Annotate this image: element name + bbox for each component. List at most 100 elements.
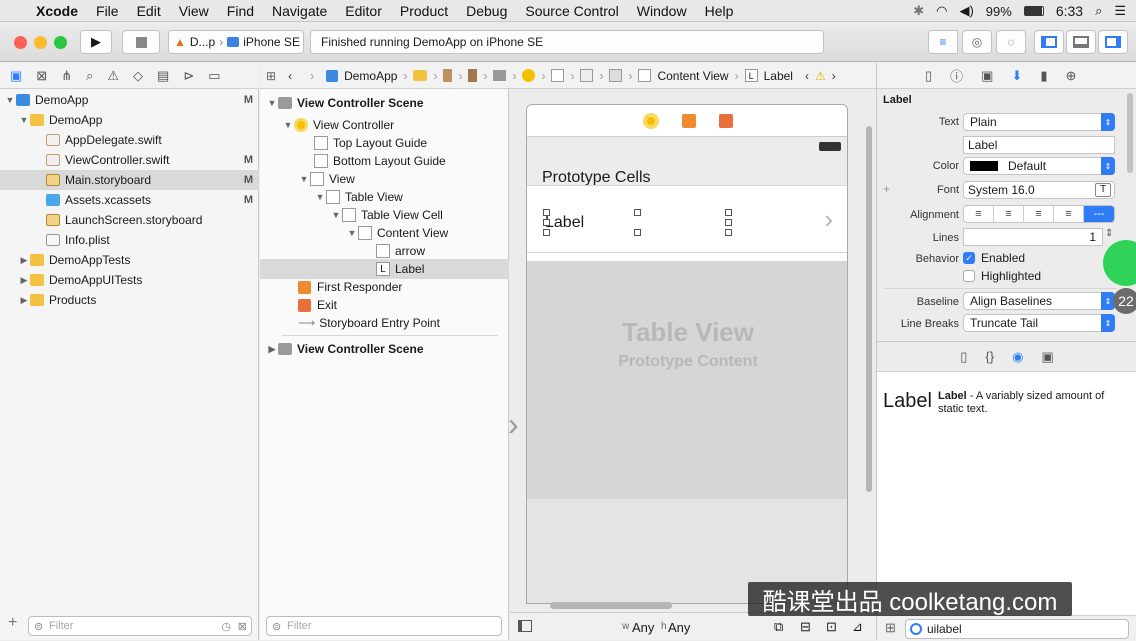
nav-item-uitests[interactable]: ▶ DemoAppUITests [0, 270, 259, 290]
disclosure-open-icon[interactable]: ▼ [298, 174, 310, 184]
iphone-scene[interactable]: Prototype Cells Label › Table View Proto… [526, 104, 848, 604]
menu-navigate[interactable]: Navigate [263, 3, 336, 19]
menu-source-control[interactable]: Source Control [516, 3, 627, 19]
font-picker-icon[interactable]: T [1095, 183, 1111, 197]
align-center-icon[interactable]: ≡ [994, 206, 1024, 222]
notification-center-icon[interactable]: ☰ [1114, 3, 1126, 19]
outline-item-exit[interactable]: Exit [260, 295, 509, 315]
disclosure-open-icon[interactable]: ▼ [282, 120, 294, 130]
dock-first-responder-icon[interactable] [682, 114, 696, 128]
jump-storyboard-icon[interactable] [443, 69, 453, 82]
resolve-icon[interactable]: ⊿ [852, 619, 863, 635]
menu-help[interactable]: Help [696, 3, 743, 19]
linebreaks-popup[interactable]: Truncate Tail ⇕ [963, 314, 1115, 332]
disclosure-open-icon[interactable]: ▼ [330, 210, 342, 220]
baseline-popup[interactable]: Align Baselines ⇕ [963, 292, 1115, 310]
bluetooth-icon[interactable]: ✱ [913, 3, 924, 19]
battery-percent[interactable]: 99% [986, 4, 1012, 19]
file-template-library-icon[interactable]: ▯ [960, 349, 967, 365]
source-control-filter-icon[interactable]: ⊠ [238, 620, 247, 633]
disclosure-open-icon[interactable]: ▼ [346, 228, 358, 238]
size-class-width[interactable]: Any [632, 620, 654, 635]
jump-storyboard-base-icon[interactable] [468, 69, 478, 82]
standard-editor-button[interactable]: ≡ [928, 30, 958, 54]
outline-item-arrow[interactable]: arrow [260, 241, 509, 261]
add-file-icon[interactable]: + [8, 614, 17, 632]
library-search-input[interactable]: uilabel [905, 619, 1129, 639]
stack-icon[interactable]: ⧉ [774, 619, 783, 635]
menu-product[interactable]: Product [391, 3, 457, 19]
nav-item-products[interactable]: ▶ Products [0, 290, 259, 310]
resize-handle[interactable] [725, 219, 732, 226]
jump-vc-icon[interactable] [522, 69, 536, 82]
menu-debug[interactable]: Debug [457, 3, 516, 19]
nav-item-group-demoapp[interactable]: ▼ DemoApp [0, 110, 259, 130]
align-justified-icon[interactable]: ≡ [1054, 206, 1084, 222]
close-window-button[interactable] [14, 36, 27, 49]
next-issue-icon[interactable]: › [832, 69, 836, 83]
menu-window[interactable]: Window [628, 3, 696, 19]
object-library-icon[interactable]: ◉ [1012, 349, 1023, 365]
issue-navigator-icon[interactable]: ⚠ [107, 68, 119, 84]
jump-cell-icon[interactable] [609, 69, 623, 82]
align-right-icon[interactable]: ≡ [1024, 206, 1054, 222]
jump-content-view[interactable]: Content View [657, 69, 728, 83]
lines-stepper-icon[interactable]: ⇕ [1105, 228, 1113, 239]
library-item-label[interactable]: Label Label - A variably sized amount of… [883, 386, 1131, 426]
connections-inspector-icon[interactable]: ⊕ [1066, 68, 1077, 84]
outline-item-content-view[interactable]: ▼ Content View [260, 223, 509, 243]
size-class-height[interactable]: Any [668, 620, 690, 635]
jump-view-icon[interactable] [551, 69, 565, 82]
inspector-scrollbar[interactable] [1127, 93, 1133, 173]
toggle-debug-area-button[interactable] [1066, 30, 1096, 54]
outline-item-entry-point[interactable]: ⟶ Storyboard Entry Point [260, 313, 509, 333]
disclosure-closed-icon[interactable]: ▶ [18, 295, 30, 306]
menu-view[interactable]: View [170, 3, 218, 19]
toggle-outline-icon[interactable] [518, 620, 532, 632]
nav-item-tests[interactable]: ▶ DemoAppTests [0, 250, 259, 270]
related-items-icon[interactable]: ⊞ [266, 69, 276, 83]
nav-item-appdelegate[interactable]: AppDelegate.swift [0, 130, 259, 150]
canvas-vertical-scrollbar[interactable] [866, 126, 872, 492]
highlighted-checkbox[interactable]: Highlighted [963, 269, 1041, 283]
pin-icon[interactable]: ⊡ [826, 619, 837, 635]
jump-folder-icon[interactable] [413, 70, 428, 81]
resize-handle[interactable] [543, 209, 550, 216]
resize-handle[interactable] [634, 209, 641, 216]
outline-item-first-responder[interactable]: First Responder [260, 277, 509, 297]
warning-icon[interactable]: ⚠ [815, 69, 826, 83]
outline-item-bottom-layout-guide[interactable]: Bottom Layout Guide [260, 151, 509, 171]
stop-button[interactable] [122, 30, 160, 54]
dock-view-controller-icon[interactable] [643, 113, 659, 129]
breakpoint-navigator-icon[interactable]: ⊳ [183, 68, 194, 84]
outline-item-view[interactable]: ▼ View [260, 169, 509, 189]
clock[interactable]: 6:33 [1056, 3, 1083, 19]
wifi-icon[interactable]: ◠ [936, 3, 947, 19]
quick-help-icon[interactable]: ⓘ [950, 66, 963, 85]
font-field[interactable]: System 16.0 T [963, 181, 1115, 199]
menu-file[interactable]: File [87, 3, 128, 19]
grid-view-icon[interactable]: ⊞ [885, 620, 896, 636]
nav-item-assets[interactable]: Assets.xcassets M [0, 190, 259, 210]
find-navigator-icon[interactable]: ⌕ [86, 68, 93, 84]
dock-exit-icon[interactable] [719, 114, 733, 128]
resize-handle[interactable] [634, 229, 641, 236]
resize-handle[interactable] [725, 209, 732, 216]
disclosure-open-icon[interactable]: ▼ [314, 192, 326, 202]
forward-arrow-icon[interactable]: › [304, 69, 320, 83]
disclosure-closed-icon[interactable]: ▶ [18, 255, 30, 266]
jump-label[interactable]: Label [764, 69, 793, 83]
nav-item-viewcontroller[interactable]: ViewController.swift M [0, 150, 259, 170]
cell-label[interactable]: Label [545, 214, 584, 232]
menu-edit[interactable]: Edit [128, 3, 170, 19]
run-button[interactable]: ▶ [80, 30, 112, 54]
file-inspector-icon[interactable]: ▯ [925, 68, 932, 84]
scheme-selector[interactable]: ▲ D...p › iPhone SE [168, 30, 304, 54]
disclosure-arrow-icon[interactable]: › [824, 204, 833, 235]
outline-item-top-layout-guide[interactable]: Top Layout Guide [260, 133, 509, 153]
nav-item-main-storyboard[interactable]: Main.storyboard M [0, 170, 259, 190]
align-natural-icon[interactable]: --- [1084, 206, 1114, 222]
lines-field[interactable]: 1 [963, 228, 1103, 246]
alignment-segmented-control[interactable]: ≡ ≡ ≡ ≡ --- [963, 205, 1115, 223]
outline-item-vc-scene[interactable]: ▼ View Controller Scene [260, 93, 509, 113]
